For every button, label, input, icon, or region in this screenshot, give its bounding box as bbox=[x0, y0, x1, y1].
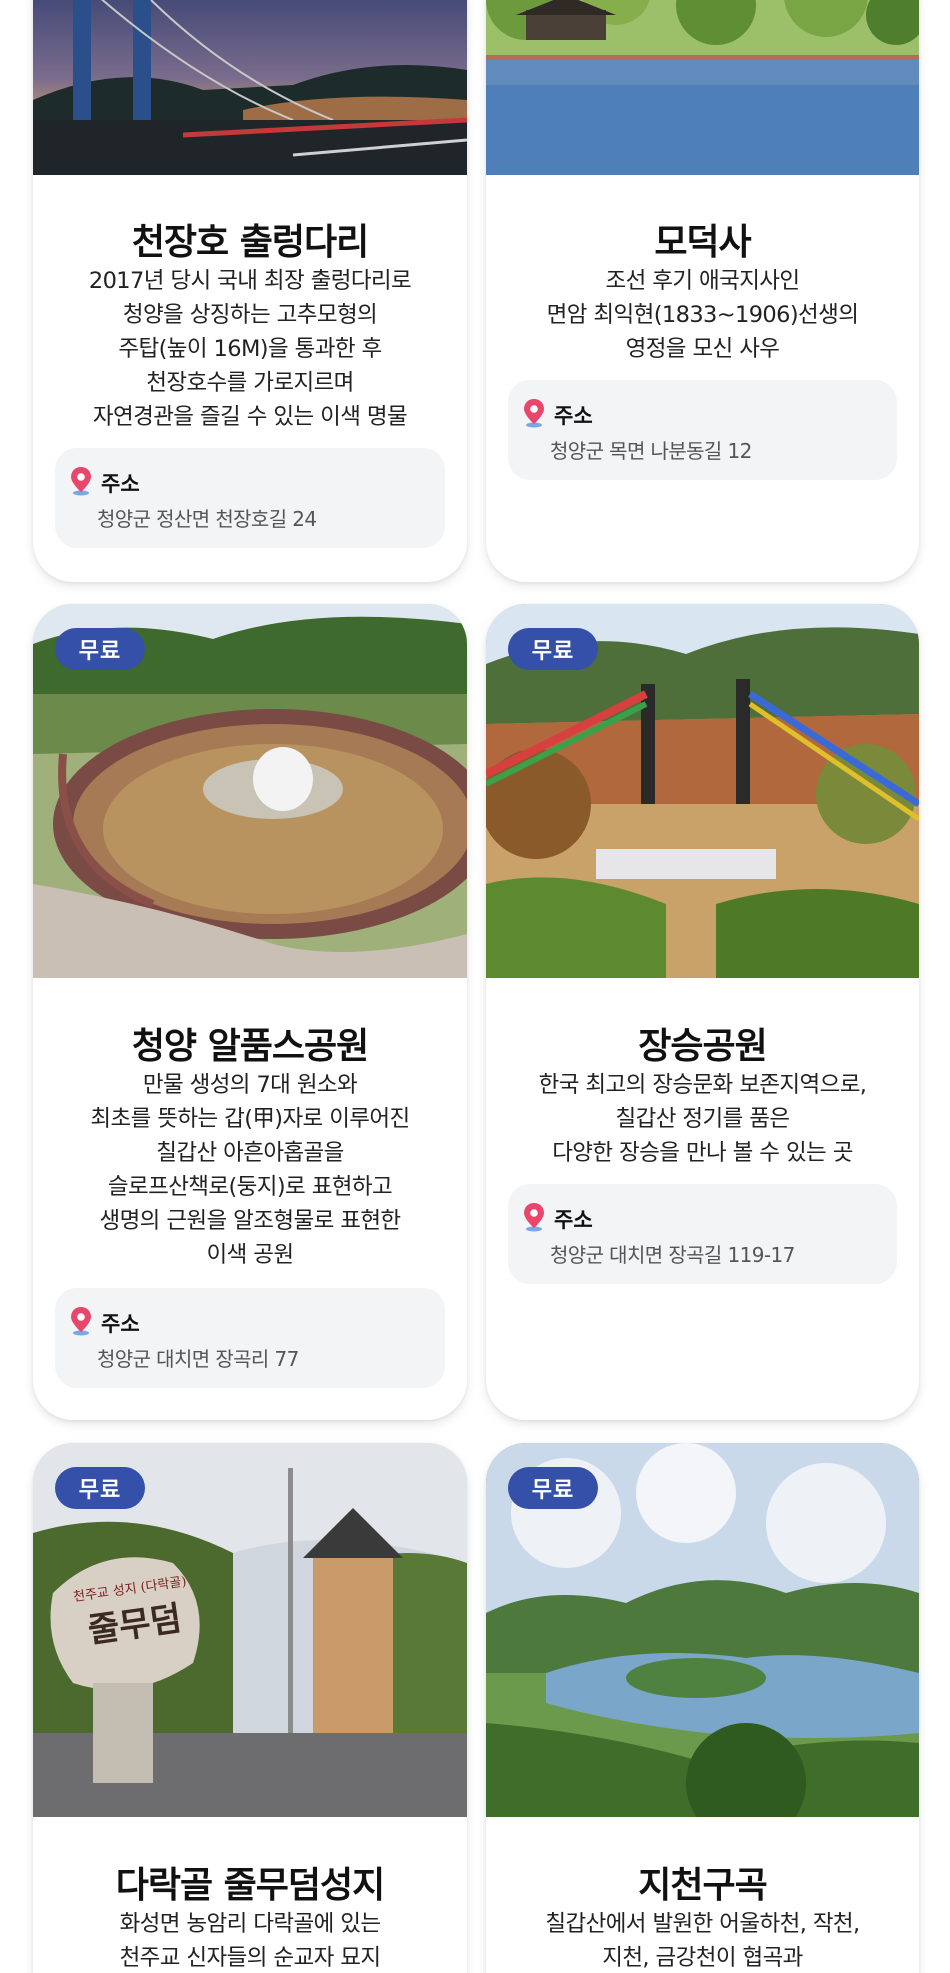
location-pin-icon bbox=[71, 1307, 91, 1336]
description-line: 천장호수를 가로지르며 bbox=[146, 370, 354, 396]
attraction-photo-suspension-bridge bbox=[33, 0, 467, 175]
attraction-card-jicheon-gugok[interactable]: 무료 지천구곡 칠갑산에서 발원한 어울하천, 작천, 지천, 금강천이 협곡과 bbox=[486, 1443, 919, 1973]
free-badge: 무료 bbox=[55, 1467, 145, 1509]
attraction-description: 조선 후기 애국지사인 면암 최익현(1833~1906)선생의 영정을 모신 … bbox=[506, 224, 899, 366]
description-line: 칠갑산 아흔아홉골을 bbox=[156, 1140, 344, 1166]
description-line: 한국 최고의 장승문화 보존지역으로, bbox=[538, 1072, 867, 1098]
attraction-photo-lake-shrine bbox=[486, 0, 919, 175]
location-pin-icon bbox=[524, 399, 544, 428]
description-line: 슬로프산책로(둥지)로 표현하고 bbox=[107, 1174, 393, 1200]
address-label: 주소 bbox=[101, 1312, 140, 1336]
address-box: 주소 청양군 정산면 천장호길 24 bbox=[55, 448, 445, 548]
description-line: 2017년 당시 국내 최장 출렁다리로 bbox=[88, 268, 412, 294]
description-line: 천주교 신자들의 순교자 묘지 bbox=[119, 1945, 381, 1971]
address-box: 주소 청양군 목면 나분동길 12 bbox=[508, 380, 897, 480]
description-line: 조선 후기 애국지사인 bbox=[605, 268, 800, 294]
free-badge: 무료 bbox=[508, 628, 598, 670]
address-label: 주소 bbox=[101, 472, 140, 496]
description-line: 이색 공원 bbox=[206, 1242, 295, 1268]
description-line: 자연경관을 즐길 수 있는 이색 명물 bbox=[92, 404, 408, 430]
address-box: 주소 청양군 대치면 장곡리 77 bbox=[55, 1288, 445, 1388]
address-value: 청양군 목면 나분동길 12 bbox=[550, 439, 752, 463]
free-badge: 무료 bbox=[508, 1467, 598, 1509]
attraction-card-jangseung-park[interactable]: 무료 장승공원 한국 최고의 장승문화 보존지역으로, 칠갑산 정기를 품은 다… bbox=[486, 604, 919, 1420]
attraction-description: 화성면 농암리 다락골에 있는 천주교 신자들의 순교자 묘지 bbox=[53, 1867, 447, 1973]
description-line: 면암 최익현(1833~1906)선생의 bbox=[546, 302, 859, 328]
description-line: 화성면 농암리 다락골에 있는 bbox=[119, 1911, 381, 1937]
description-line: 주탑(높이 16M)을 통과한 후 bbox=[118, 336, 382, 362]
attraction-description: 칠갑산에서 발원한 어울하천, 작천, 지천, 금강천이 협곡과 bbox=[506, 1867, 899, 1973]
description-line: 최초를 뜻하는 갑(甲)자로 이루어진 bbox=[90, 1106, 410, 1132]
address-value: 청양군 대치면 장곡길 119-17 bbox=[550, 1243, 795, 1267]
address-label: 주소 bbox=[554, 404, 593, 428]
location-pin-icon bbox=[71, 467, 91, 496]
address-label: 주소 bbox=[554, 1208, 593, 1232]
attraction-description: 만물 생성의 7대 원소와 최초를 뜻하는 갑(甲)자로 이루어진 칠갑산 아흔… bbox=[53, 1028, 447, 1272]
description-line: 지천, 금강천이 협곡과 bbox=[602, 1945, 803, 1971]
attraction-card-modeoksa[interactable]: 모덕사 조선 후기 애국지사인 면암 최익현(1833~1906)선생의 영정을… bbox=[486, 0, 919, 582]
location-pin-icon bbox=[524, 1203, 544, 1232]
attraction-description: 한국 최고의 장승문화 보존지역으로, 칠갑산 정기를 품은 다양한 장승을 만… bbox=[506, 1028, 899, 1170]
attraction-description: 2017년 당시 국내 최장 출렁다리로 청양을 상징하는 고추모형의 주탑(높… bbox=[53, 224, 447, 434]
free-badge: 무료 bbox=[55, 628, 145, 670]
address-value: 청양군 정산면 천장호길 24 bbox=[97, 507, 317, 531]
description-line: 다양한 장승을 만나 볼 수 있는 곳 bbox=[552, 1140, 853, 1166]
address-value: 청양군 대치면 장곡리 77 bbox=[97, 1347, 299, 1371]
attraction-card-alpums-park[interactable]: 무료 청양 알품스공원 만물 생성의 7대 원소와 최초를 뜻하는 갑(甲)자로… bbox=[33, 604, 467, 1420]
description-line: 칠갑산에서 발원한 어울하천, 작천, bbox=[545, 1911, 860, 1937]
attractions-page: 천장호 출렁다리 2017년 당시 국내 최장 출렁다리로 청양을 상징하는 고… bbox=[0, 0, 950, 1973]
address-box: 주소 청양군 대치면 장곡길 119-17 bbox=[508, 1184, 897, 1284]
attraction-card-cheonjangho[interactable]: 천장호 출렁다리 2017년 당시 국내 최장 출렁다리로 청양을 상징하는 고… bbox=[33, 0, 467, 582]
attraction-card-darakgol[interactable]: 천주교 성지 (다락골) 줄무덤 무료 다락골 줄무덤성지 화성면 농암리 다락… bbox=[33, 1443, 467, 1973]
description-line: 만물 생성의 7대 원소와 bbox=[142, 1072, 358, 1098]
description-line: 생명의 근원을 알조형물로 표현한 bbox=[99, 1208, 401, 1234]
description-line: 청양을 상징하는 고추모형의 bbox=[122, 302, 378, 328]
description-line: 칠갑산 정기를 품은 bbox=[615, 1106, 791, 1132]
description-line: 영정을 모신 사우 bbox=[625, 336, 780, 362]
